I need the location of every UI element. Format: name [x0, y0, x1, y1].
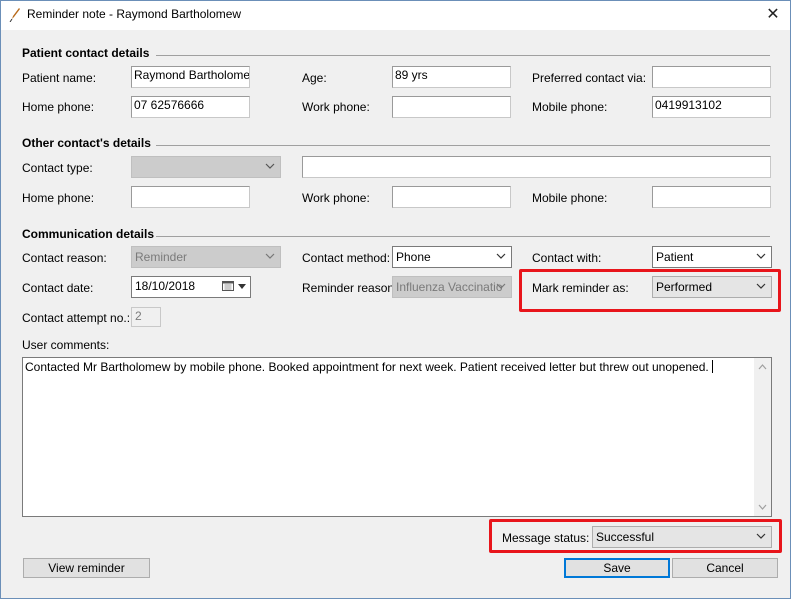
chevron-down-icon	[756, 253, 766, 259]
other-mobile-phone-field[interactable]	[652, 186, 771, 208]
section-divider	[156, 145, 770, 146]
preferred-contact-label: Preferred contact via:	[532, 71, 647, 85]
contact-type-label: Contact type:	[22, 161, 93, 175]
message-status-label: Message status:	[502, 531, 590, 545]
age-label: Age:	[302, 71, 327, 85]
contact-method-label: Contact method:	[302, 251, 391, 265]
title-bar: Reminder note - Raymond Bartholomew ✕	[1, 1, 790, 30]
vertical-scrollbar[interactable]	[754, 358, 771, 516]
user-comments-textarea[interactable]: Contacted Mr Bartholomew by mobile phone…	[22, 357, 772, 517]
message-status-select[interactable]: Successful	[592, 526, 772, 548]
message-status-value: Successful	[596, 530, 655, 544]
contact-name-field[interactable]	[302, 156, 771, 178]
contact-method-value: Phone	[396, 250, 431, 264]
contact-type-select[interactable]	[131, 156, 281, 178]
contact-method-select[interactable]: Phone	[392, 246, 512, 268]
other-home-phone-field[interactable]	[131, 186, 250, 208]
user-comments-label: User comments:	[22, 338, 110, 352]
other-home-phone-label: Home phone:	[22, 191, 95, 205]
chevron-down-icon	[756, 283, 766, 289]
window-title: Reminder note - Raymond Bartholomew	[27, 7, 242, 21]
work-phone-field[interactable]	[392, 96, 511, 118]
contact-attempt-stepper[interactable]: 2	[131, 307, 161, 327]
work-phone-label: Work phone:	[302, 100, 370, 114]
preferred-contact-field[interactable]	[652, 66, 771, 88]
save-button[interactable]: Save	[564, 558, 670, 578]
mark-reminder-select[interactable]: Performed	[652, 276, 772, 298]
scroll-up-icon[interactable]	[758, 364, 767, 370]
chevron-down-icon	[756, 533, 766, 539]
contact-with-select[interactable]: Patient	[652, 246, 772, 268]
close-icon: ✕	[766, 6, 780, 23]
chevron-down-icon	[265, 253, 275, 259]
other-contact-heading: Other contact's details	[22, 136, 151, 150]
contact-date-value: 18/10/2018	[135, 279, 196, 293]
mark-reminder-value: Performed	[656, 280, 713, 294]
view-reminder-button[interactable]: View reminder	[23, 558, 150, 578]
home-phone-field[interactable]: 07 62576666	[131, 96, 250, 118]
communication-heading: Communication details	[22, 227, 155, 241]
contact-with-value: Patient	[656, 250, 694, 264]
mobile-phone-label: Mobile phone:	[532, 100, 608, 114]
text-caret	[711, 360, 713, 373]
user-comments-text: Contacted Mr Bartholomew by mobile phone…	[25, 360, 709, 374]
chevron-down-icon	[496, 283, 506, 289]
calendar-icon	[222, 281, 234, 291]
quill-pen-icon	[9, 8, 20, 22]
contact-reason-value: Reminder	[135, 250, 188, 264]
other-mobile-phone-label: Mobile phone:	[532, 191, 608, 205]
reminder-note-window: Reminder note - Raymond Bartholomew ✕ Pa…	[0, 0, 791, 599]
close-button[interactable]: ✕	[759, 3, 787, 27]
home-phone-label: Home phone:	[22, 100, 95, 114]
contact-date-label: Contact date:	[22, 281, 94, 295]
reminder-reason-value: Influenza Vaccinatio	[396, 280, 503, 294]
patient-name-field[interactable]: Raymond Bartholomew	[131, 66, 250, 88]
chevron-down-icon	[238, 284, 246, 289]
chevron-down-icon	[265, 163, 275, 169]
chevron-down-icon	[496, 253, 506, 259]
mark-reminder-label: Mark reminder as:	[532, 281, 629, 295]
mobile-phone-field[interactable]: 0419913102	[652, 96, 771, 118]
section-divider	[156, 236, 770, 237]
patient-name-label: Patient name:	[22, 71, 97, 85]
section-divider	[156, 55, 770, 56]
patient-contact-heading: Patient contact details	[22, 46, 150, 60]
other-work-phone-label: Work phone:	[302, 191, 370, 205]
contact-reason-label: Contact reason:	[22, 251, 107, 265]
reminder-reason-label: Reminder reason:	[302, 281, 398, 295]
age-field[interactable]: 89 yrs	[392, 66, 511, 88]
contact-reason-select[interactable]: Reminder	[131, 246, 281, 268]
other-work-phone-field[interactable]	[392, 186, 511, 208]
contact-attempt-label: Contact attempt no.:	[22, 311, 131, 325]
reminder-reason-select[interactable]: Influenza Vaccinatio	[392, 276, 512, 298]
scroll-down-icon[interactable]	[758, 504, 767, 510]
contact-with-label: Contact with:	[532, 251, 602, 265]
cancel-button[interactable]: Cancel	[672, 558, 778, 578]
contact-date-picker[interactable]: 18/10/2018	[131, 276, 251, 298]
